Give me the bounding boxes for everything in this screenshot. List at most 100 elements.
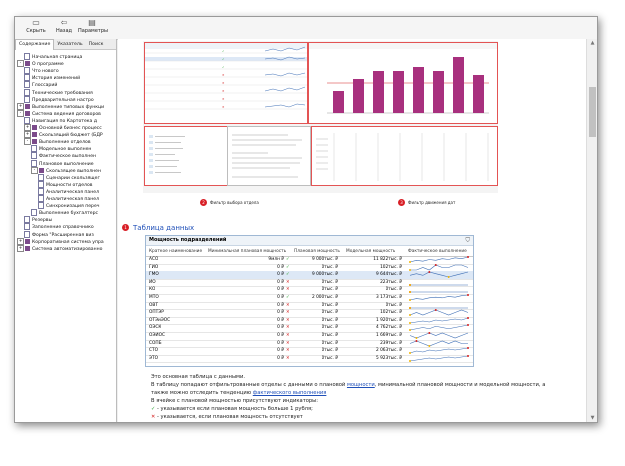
- sparkline-trend[interactable]: [408, 302, 470, 309]
- sparkline-max-point: [467, 294, 469, 296]
- sparkline-trend[interactable]: [408, 256, 470, 263]
- sparkline-trend[interactable]: [408, 279, 470, 286]
- cell-min: 0 ₽: [277, 272, 284, 278]
- tree-item[interactable]: + Корпоративная система упра: [17, 237, 104, 245]
- paragraph-intro: Это основная таблица с данными.: [151, 374, 245, 380]
- sparkline-trend[interactable]: [408, 354, 470, 362]
- tree-item[interactable]: Заполнение справочнико: [24, 223, 94, 231]
- tree-item[interactable]: Аналитическая панел: [38, 187, 99, 195]
- department-filter-preview: [149, 135, 185, 174]
- filter-icon[interactable]: ⛉: [465, 237, 470, 245]
- book-icon: [25, 103, 30, 109]
- sparkline-trend[interactable]: [408, 286, 470, 294]
- expand-icon[interactable]: +: [17, 102, 24, 110]
- tree-item[interactable]: Технические требования: [24, 88, 93, 96]
- tree-item[interactable]: Резервы: [24, 216, 52, 224]
- sparkline-trend[interactable]: [408, 271, 470, 279]
- sparkline-trend[interactable]: [408, 339, 470, 347]
- capacity-link[interactable]: мощности: [347, 382, 375, 388]
- expand-icon[interactable]: +: [17, 237, 24, 245]
- tree-item[interactable]: -О программе: [17, 60, 64, 68]
- expand-icon[interactable]: +: [17, 244, 24, 252]
- tree-item[interactable]: - Система ведения договоров: [17, 109, 101, 117]
- tree-item[interactable]: Глоссарий: [24, 81, 57, 89]
- tree-item[interactable]: Навигация по Картотека д: [24, 116, 97, 124]
- col-header-min[interactable]: Минимальная плановая мощность: [208, 248, 286, 256]
- cell-name: КО: [149, 287, 156, 293]
- tree-item[interactable]: Сценарии скользящег: [38, 173, 100, 181]
- cross-icon: ✕: [286, 287, 290, 293]
- col-header-plan[interactable]: Плановая мощность: [294, 248, 340, 256]
- col-header-name[interactable]: Краткое наименование: [149, 248, 202, 256]
- scroll-thumb[interactable]: [589, 87, 596, 137]
- actual-execution-link[interactable]: фактического выполнения: [253, 390, 327, 396]
- sparkline-max-point: [467, 316, 469, 319]
- params-button[interactable]: ▤ Параметры: [78, 18, 108, 38]
- cell-min: 0 ₽: [277, 355, 284, 361]
- expand-icon[interactable]: +: [24, 131, 31, 139]
- page-icon: [38, 173, 44, 181]
- page-icon: [31, 209, 37, 217]
- tree-item[interactable]: Модельное выполнен: [31, 145, 91, 153]
- tree-item[interactable]: Фактическое выполнен: [31, 152, 96, 160]
- table-row[interactable]: ЭТО 0 ₽ 0тыс. ₽ 5 923тыс. ₽ ✕: [146, 354, 473, 364]
- tree-item[interactable]: - Скользящее выполнен: [31, 166, 101, 174]
- col-header-model[interactable]: Модельная мощность: [346, 248, 395, 256]
- sparkline-trend[interactable]: [408, 316, 470, 324]
- scroll-up-icon[interactable]: ▲: [589, 40, 596, 46]
- sparkline-trend[interactable]: [408, 294, 470, 301]
- collapse-icon[interactable]: -: [31, 166, 38, 174]
- expand-icon[interactable]: +: [24, 124, 31, 131]
- tree-item[interactable]: Предварительная настро: [24, 95, 94, 103]
- collapse-icon[interactable]: -: [17, 109, 24, 117]
- tree-item[interactable]: Аналитическая панел: [38, 195, 99, 202]
- tree-item[interactable]: - Выполнение отделов: [24, 138, 91, 146]
- sparkline-line: [409, 309, 469, 316]
- tree-item[interactable]: + Основной бизнес процесс: [24, 124, 102, 131]
- tree-item[interactable]: + Выполнение типовых функци: [17, 102, 104, 110]
- cell-min: 0 ₽: [277, 310, 284, 316]
- collapse-icon[interactable]: -: [24, 138, 31, 146]
- tree-item[interactable]: Что нового: [24, 67, 59, 75]
- sparkline-trend[interactable]: [408, 332, 470, 339]
- svg-text:✓: ✓: [222, 57, 225, 61]
- tree-item[interactable]: Мощности отделов: [38, 180, 93, 188]
- sparkline-trend[interactable]: [408, 263, 470, 271]
- cross-icon: ✕: [286, 348, 290, 354]
- indicator-ok-line: ✓ - указывается если плановая мощность б…: [151, 406, 313, 412]
- sparkline-line: [409, 325, 469, 331]
- tree-item-label: Система автоматизированно: [32, 246, 103, 252]
- page-icon: [24, 223, 30, 231]
- cell-model: 3 173тыс. ₽: [375, 295, 402, 300]
- tree-item[interactable]: + Система автоматизированно: [17, 244, 103, 252]
- tree-item[interactable]: Синхронизация переч: [38, 202, 100, 210]
- cell-model: 2 063тыс. ₽: [375, 348, 402, 354]
- cell-min: 9млн ₽: [268, 257, 284, 262]
- tree-item[interactable]: Выполнение бухгалтерс: [31, 209, 98, 217]
- tree-item[interactable]: + Скользящий бюджет (БДР: [24, 131, 103, 139]
- sparkline-trend[interactable]: [408, 347, 470, 355]
- tree-item[interactable]: Плановое выполнение: [31, 159, 94, 167]
- vertical-scrollbar[interactable]: ▲ ▼: [586, 39, 597, 422]
- col-header-actual[interactable]: Фактическое выполнение: [408, 248, 467, 256]
- paragraph-text-c: также можно отследить тенденцию: [151, 390, 253, 396]
- department-filter-panel: [144, 126, 228, 186]
- sparkline-max-point: [467, 354, 469, 357]
- book-icon: [25, 245, 30, 251]
- back-button[interactable]: ⇦ Назад: [53, 18, 75, 38]
- tree-item[interactable]: История изменений: [24, 74, 80, 82]
- cell-model: 5 923тыс. ₽: [375, 355, 402, 361]
- scroll-down-icon[interactable]: ▼: [589, 415, 596, 421]
- tab-search[interactable]: Поиск: [86, 40, 107, 50]
- sparkline-trend[interactable]: [408, 324, 470, 332]
- sparkline-max-point: [428, 271, 431, 274]
- dashboard-notes-panel: [227, 126, 311, 186]
- tree-item[interactable]: Начальная страница: [24, 53, 82, 60]
- collapse-icon[interactable]: -: [17, 60, 24, 68]
- tree-item[interactable]: Форма "Расширенная виз: [24, 230, 94, 238]
- sparkline-trend[interactable]: [408, 309, 470, 317]
- tab-index[interactable]: Указатель: [54, 40, 85, 50]
- hide-button[interactable]: ▭ Скрыть: [25, 18, 47, 38]
- tab-contents[interactable]: Содержание: [15, 39, 55, 50]
- checkmark-icon: ✓: [286, 264, 290, 270]
